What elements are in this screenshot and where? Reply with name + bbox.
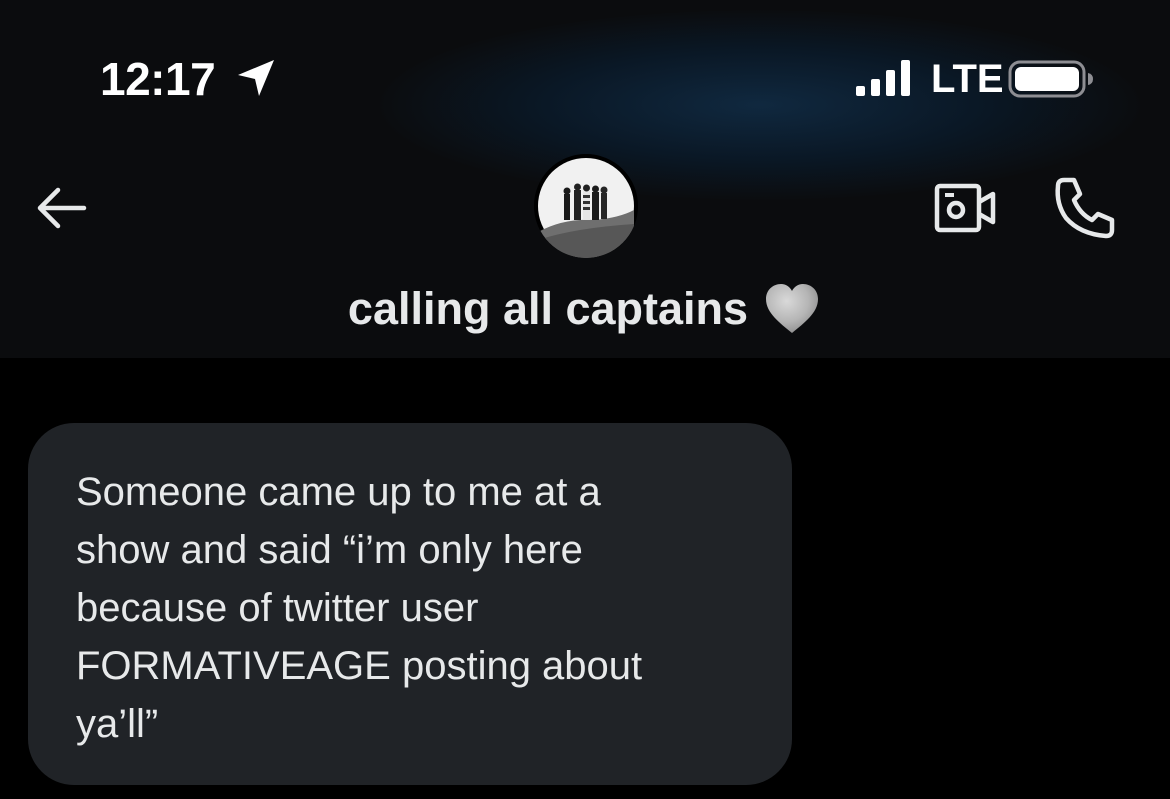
received-message-bubble[interactable]: Someone came up to me at a show and said… bbox=[28, 423, 792, 785]
header-area: 12:17 LTE calling all captains bbox=[0, 0, 1170, 358]
dm-conversation-screen: 12:17 LTE calling all captains Someone c… bbox=[0, 0, 1170, 799]
video-camera-icon[interactable] bbox=[930, 180, 1000, 236]
conversation-title[interactable]: calling all captains bbox=[0, 278, 1170, 337]
dynamic-island-glow bbox=[380, 10, 1140, 200]
back-arrow-icon[interactable] bbox=[30, 184, 90, 232]
conversation-title-text: calling all captains bbox=[347, 283, 749, 335]
battery-icon bbox=[1008, 60, 1093, 98]
cellular-signal-icon bbox=[856, 60, 910, 96]
phone-icon[interactable] bbox=[1050, 172, 1120, 242]
message-text: Someone came up to me at a show and said… bbox=[76, 470, 643, 746]
group-avatar-photo bbox=[534, 154, 638, 258]
group-avatar[interactable] bbox=[534, 154, 638, 258]
network-type-label: LTE bbox=[931, 57, 1004, 101]
grey-heart-icon bbox=[766, 284, 819, 334]
location-arrow-icon bbox=[238, 60, 274, 96]
status-time: 12:17 bbox=[100, 53, 216, 105]
